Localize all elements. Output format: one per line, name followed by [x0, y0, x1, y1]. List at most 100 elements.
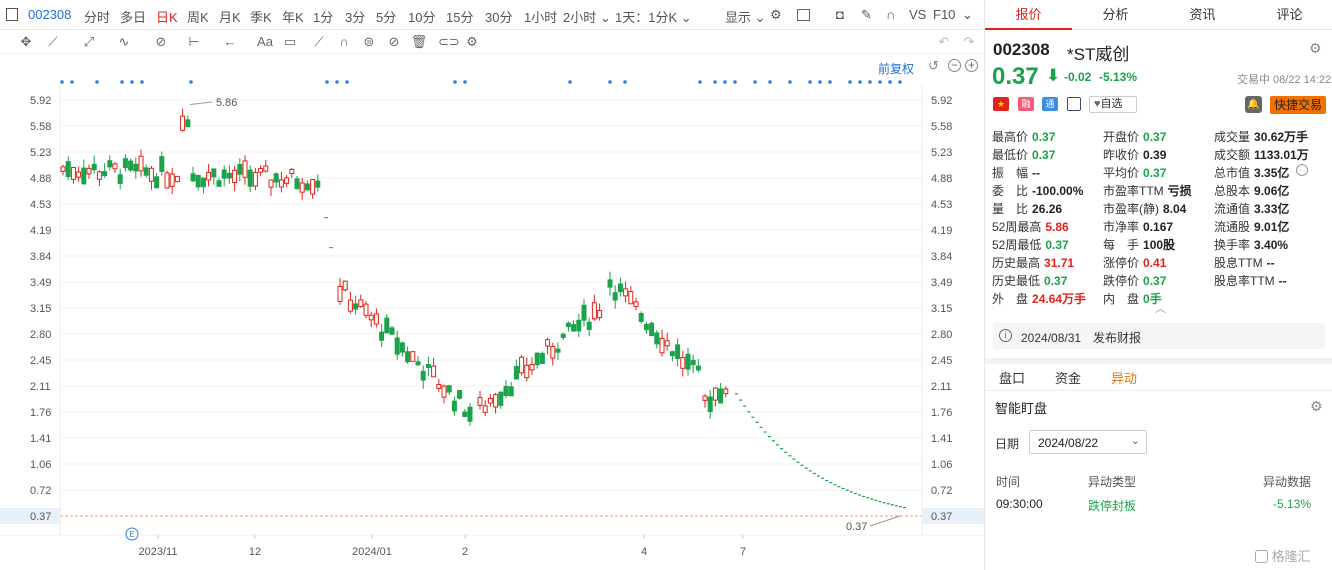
ray-tool-icon[interactable]: ⤢ — [80, 34, 98, 50]
panel-tab[interactable]: 分析 — [1072, 0, 1159, 30]
period-tab[interactable]: 2小时 ⌄ — [563, 7, 611, 26]
period-tab[interactable]: 15分 — [446, 7, 473, 26]
x-tick-label: 12 — [249, 546, 261, 558]
lock-icon[interactable]: ⊜ — [360, 34, 378, 50]
period-tab[interactable]: 日K — [156, 7, 178, 26]
ruler-icon[interactable]: ⟋ — [310, 34, 328, 50]
quote-field: 市盈率(静) 8.04 — [1103, 200, 1186, 217]
period-tab[interactable]: 年K — [282, 7, 304, 26]
quote-field-value: 0.37 — [1045, 238, 1069, 252]
hide-icon[interactable]: ⊘ — [385, 34, 403, 50]
arrow-tool-icon[interactable]: ← — [221, 34, 239, 50]
quote-field-value: 0.39 — [1143, 148, 1167, 162]
settings-icon[interactable]: ⚙ — [770, 7, 782, 23]
quote-field-label: 成交额 — [1214, 148, 1251, 162]
watchlist-button[interactable]: ♥自选 — [1089, 96, 1137, 113]
candle-body — [368, 314, 374, 321]
text-tool-icon[interactable]: Aa — [256, 34, 274, 50]
line-tool-icon[interactable]: ⟋ — [44, 34, 62, 50]
candle-body — [117, 174, 123, 184]
quote-code: 002308 — [993, 40, 1050, 59]
y-tick-label: 2.45 — [30, 355, 51, 367]
period-tab[interactable]: 周K — [187, 7, 209, 26]
move-icon[interactable]: ✥ — [17, 34, 35, 50]
kline-chart[interactable]: 5.92 5.58 5.23 4.88 4.53 4.19 3.84 3.49 3.15 2.80… — [0, 55, 984, 570]
candle-body — [446, 385, 452, 393]
draw-settings-icon[interactable]: ⚙ — [463, 34, 481, 50]
sub-tab[interactable]: 资金 — [1055, 368, 1081, 387]
event-dot — [70, 80, 74, 84]
candle-body — [237, 164, 243, 175]
restore-toggle[interactable]: 前复权 — [878, 60, 914, 77]
date-select[interactable]: 2024/08/22 ⌄ — [1029, 430, 1147, 454]
report-icon[interactable] — [1067, 97, 1081, 111]
quote-field-label: 总市值 — [1214, 166, 1251, 180]
zoom-in-icon[interactable]: + — [965, 59, 978, 72]
event-dot — [848, 80, 852, 84]
candle-body — [159, 156, 165, 172]
period-tab[interactable]: 1分 — [313, 7, 333, 26]
delete-icon[interactable]: 🗑 — [410, 34, 428, 50]
measure-tool-icon[interactable]: ⊢ — [185, 34, 203, 50]
quote-field: 总市值 3.35亿 — [1214, 164, 1289, 181]
display-dropdown[interactable]: 显示 ⌄ — [725, 7, 766, 26]
candle-body — [304, 183, 310, 191]
sub-tab[interactable]: 异动 — [1111, 368, 1137, 387]
quote-field-label: 52周最低 — [992, 238, 1042, 252]
period-tab[interactable]: 季K — [250, 7, 272, 26]
more-icon[interactable]: ⌄ — [962, 7, 973, 23]
quote-field-value: 亏损 — [1167, 184, 1192, 198]
redo-icon[interactable]: ↷ — [960, 34, 978, 50]
fast-trade-button[interactable]: 快捷交易 — [1270, 96, 1326, 114]
down-arrow-icon: ⬇ — [1046, 66, 1061, 85]
window-icon[interactable] — [797, 9, 810, 21]
bell-icon[interactable]: 🔔 — [1245, 96, 1262, 113]
event-dot — [335, 80, 339, 84]
period-tab[interactable]: 3分 — [345, 7, 365, 26]
shape-tool-icon[interactable]: ⊘ — [152, 34, 170, 50]
quote-field-value: 1133.01万 — [1254, 148, 1309, 162]
comment-tool-icon[interactable]: ▭ — [281, 34, 299, 50]
wave-tool-icon[interactable]: ∿ — [115, 34, 133, 50]
link-icon[interactable]: ⊂⊃ — [438, 34, 460, 50]
table-header: 时间 — [996, 475, 1021, 489]
undo-icon[interactable]: ↶ — [935, 34, 953, 50]
zoom-out-icon[interactable]: − — [948, 59, 961, 72]
sub-tab[interactable]: 盘口 — [999, 368, 1025, 387]
period-tab[interactable]: 月K — [219, 7, 241, 26]
candle-body — [102, 171, 108, 177]
monitor-settings-icon[interactable]: ⚙ — [1310, 398, 1323, 415]
panel-tab[interactable]: 报价 — [985, 0, 1072, 30]
notice-text[interactable]: 2024/08/31 发布财报 — [1021, 329, 1141, 346]
period-tab[interactable]: 1小时 — [524, 7, 557, 26]
magnet-icon[interactable]: ∩ — [886, 7, 895, 22]
panel-tab[interactable]: 资讯 — [1159, 0, 1246, 30]
candle-body — [358, 299, 364, 308]
candle-body — [654, 332, 660, 345]
f10-button[interactable]: F10 — [933, 7, 955, 22]
quote-field: 委 比 -100.00% — [992, 182, 1083, 199]
magnet-draw-icon[interactable]: ∩ — [335, 34, 353, 50]
screenshot-icon[interactable]: ◘ — [836, 7, 844, 22]
quote-field: 流通股 9.01亿 — [1214, 218, 1289, 235]
flag-icon[interactable]: ★ — [993, 97, 1009, 111]
quote-field: 成交额 1133.01万 — [1214, 146, 1309, 163]
layout-icon[interactable] — [6, 8, 18, 21]
market-value-info-icon[interactable]: … — [1296, 164, 1308, 176]
event-dot — [623, 80, 627, 84]
period-tab[interactable]: 分时 — [84, 7, 110, 26]
vs-button[interactable]: VS — [909, 7, 926, 22]
pen-icon[interactable]: ✎ — [861, 7, 872, 23]
panel-tab[interactable]: 评论 — [1246, 0, 1332, 30]
period-tab[interactable]: 30分 — [485, 7, 512, 26]
collapse-icon[interactable]: ︿ — [1155, 300, 1166, 316]
period-tab[interactable]: 10分 — [408, 7, 435, 26]
connect-icon[interactable]: 通 — [1042, 97, 1058, 111]
reset-icon[interactable]: ↺ — [928, 58, 939, 74]
period-tab[interactable]: 多日 — [120, 7, 146, 26]
candle-body — [138, 155, 144, 172]
panel-settings-icon[interactable]: ⚙ — [1309, 40, 1322, 57]
period-tab[interactable]: 1天：1分K ⌄ — [615, 7, 692, 26]
period-tab[interactable]: 5分 — [376, 7, 396, 26]
margin-icon[interactable]: 融 — [1018, 97, 1034, 111]
